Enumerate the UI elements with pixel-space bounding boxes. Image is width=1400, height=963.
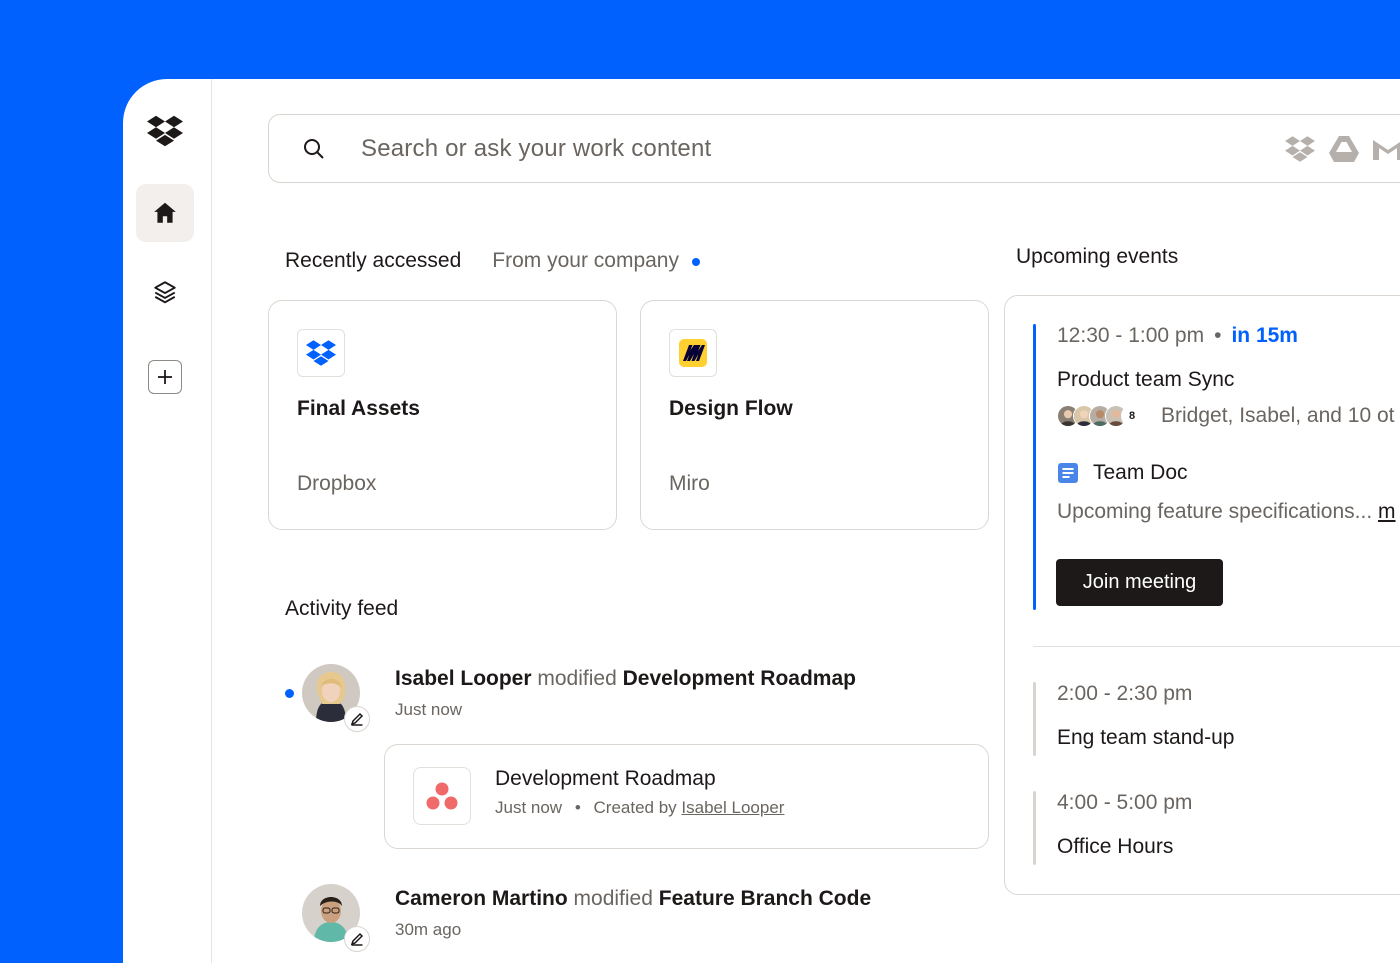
dropbox-icon: [1285, 136, 1315, 162]
new-indicator-dot: [692, 258, 700, 266]
card-source: Dropbox: [297, 472, 377, 495]
event-countdown: in 15m: [1231, 324, 1298, 347]
recent-card-design-flow[interactable]: Design Flow Miro: [640, 300, 989, 530]
content-tabs: Recently accessed From your company: [285, 249, 700, 273]
plus-icon: [158, 370, 172, 384]
asana-icon: [413, 767, 471, 825]
event-timeline-bar: [1033, 324, 1036, 610]
file-card-development-roadmap[interactable]: Development Roadmap Just now • Created b…: [384, 744, 989, 849]
event-doc-link[interactable]: Team Doc: [1057, 461, 1188, 485]
attendee-names: Bridget, Isabel, and 10 ot: [1161, 404, 1395, 427]
event-time: 4:00 - 5:00 pm: [1057, 791, 1193, 814]
search-bar[interactable]: [268, 114, 1400, 183]
event-timeline-bar: [1033, 791, 1036, 865]
events-panel: 12:30 - 1:00 pm • in 15m Product team Sync…: [1004, 295, 1400, 895]
pencil-icon: [344, 706, 370, 732]
sidebar-item-layers[interactable]: [148, 275, 182, 309]
activity-verb: modified: [573, 887, 653, 910]
activity-verb: modified: [537, 667, 617, 690]
activity-feed-title: Activity feed: [285, 597, 399, 620]
activity-line: Isabel Looper modified Development Roadm…: [395, 667, 856, 691]
search-icon: [304, 139, 324, 159]
sidebar-rail: [123, 79, 212, 963]
attendee-more-count: 8: [1121, 405, 1143, 427]
event-title[interactable]: Office Hours: [1057, 835, 1173, 859]
meta-separator: •: [574, 798, 581, 817]
layers-icon: [154, 281, 176, 304]
file-meta: Just now • Created by Isabel Looper: [495, 798, 784, 818]
upcoming-events-title: Upcoming events: [1016, 245, 1179, 268]
event-separator: •: [1214, 324, 1222, 347]
pencil-icon: [344, 926, 370, 952]
sidebar-item-add[interactable]: [148, 360, 182, 394]
created-by-link[interactable]: Isabel Looper: [681, 798, 784, 817]
event-divider: [1033, 646, 1400, 647]
doc-label: Team Doc: [1093, 461, 1188, 484]
unread-dot: [285, 689, 294, 698]
avatar[interactable]: [302, 664, 370, 732]
home-icon: [154, 202, 176, 223]
activity-time: Just now: [395, 700, 463, 719]
card-title: Final Assets: [297, 397, 420, 420]
activity-line: Cameron Martino modified Feature Branch …: [395, 887, 871, 911]
search-input[interactable]: [361, 129, 1161, 169]
search-source-icons: [1285, 135, 1400, 163]
dropbox-icon: [297, 329, 345, 377]
document-icon: [1058, 463, 1078, 483]
event-description: Upcoming feature specifications... m: [1057, 500, 1396, 524]
event-attendees[interactable]: 8 Bridget, Isabel, and 10 ot: [1057, 404, 1395, 428]
event-time-range: 12:30 - 1:00 pm: [1057, 324, 1205, 347]
google-drive-icon: [1329, 136, 1359, 162]
activity-user[interactable]: Cameron Martino: [395, 887, 568, 910]
tab-recently-accessed[interactable]: Recently accessed: [285, 249, 461, 273]
avatar[interactable]: [302, 884, 370, 952]
event-time: 12:30 - 1:00 pm • in 15m: [1057, 324, 1298, 348]
recent-card-final-assets[interactable]: Final Assets Dropbox: [268, 300, 617, 530]
activity-target[interactable]: Development Roadmap: [623, 667, 856, 690]
card-source: Miro: [669, 472, 710, 495]
activity-time: 30m ago: [395, 920, 462, 939]
dropbox-logo-icon[interactable]: [147, 113, 183, 149]
description-text: Upcoming feature specifications...: [1057, 500, 1378, 523]
activity-user[interactable]: Isabel Looper: [395, 667, 532, 690]
file-title: Development Roadmap: [495, 767, 716, 790]
miro-icon: [669, 329, 717, 377]
created-by-label: Created by: [593, 798, 677, 817]
activity-target[interactable]: Feature Branch Code: [659, 887, 871, 910]
join-meeting-button[interactable]: Join meeting: [1056, 559, 1223, 606]
event-time: 2:00 - 2:30 pm: [1057, 682, 1193, 705]
event-title[interactable]: Product team Sync: [1057, 368, 1234, 392]
description-more-link[interactable]: m: [1378, 500, 1396, 523]
card-title: Design Flow: [669, 397, 793, 420]
app-window: Recently accessed From your company Fina…: [123, 79, 1400, 963]
gmail-icon: [1373, 140, 1400, 160]
file-time: Just now: [495, 798, 563, 817]
attendee-avatars: 8: [1057, 405, 1143, 427]
event-timeline-bar: [1033, 682, 1036, 756]
event-title[interactable]: Eng team stand-up: [1057, 726, 1234, 750]
sidebar-item-home[interactable]: [136, 184, 194, 242]
tab-from-your-company[interactable]: From your company: [492, 249, 679, 273]
